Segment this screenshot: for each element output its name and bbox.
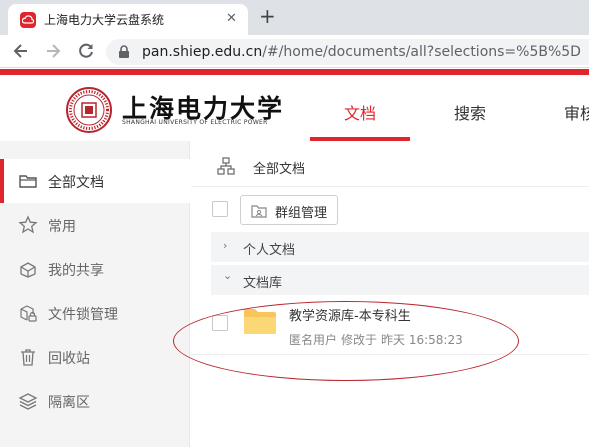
- section-label: 文档库: [243, 276, 283, 291]
- url-text[interactable]: pan.shiep.edu.cn/#/home/documents/all?se…: [142, 44, 581, 60]
- modified-time: 昨天 16:58:23: [381, 333, 463, 347]
- sidebar-item-file-lock-management[interactable]: 文件锁管理: [0, 291, 190, 335]
- group-manage-label: 群组管理: [275, 206, 328, 221]
- trash-icon: [21, 349, 35, 366]
- modified-label: 修改于: [341, 333, 378, 347]
- section-personal-documents[interactable]: › 个人文档: [211, 232, 589, 262]
- sidebar-item-favorites[interactable]: 常用: [0, 203, 190, 247]
- main-content: 全部文档 群组管理 › 个人文档 ⌄ 文档库 教学资源库-本专科生 匿名用户 修改…: [191, 141, 589, 447]
- sidebar-item-label: 回收站: [48, 351, 90, 367]
- sidebar-item-label: 隔离区: [48, 395, 90, 411]
- folder-icon: [244, 309, 276, 334]
- section-label: 个人文档: [243, 243, 296, 258]
- breadcrumb[interactable]: 全部文档: [253, 158, 305, 177]
- lock-cube-icon: [20, 305, 37, 322]
- group-manage-button[interactable]: 群组管理: [240, 195, 338, 225]
- browser-toolbar: pan.shiep.edu.cn/#/home/documents/all?se…: [0, 35, 589, 68]
- close-tab-icon[interactable]: ✕: [226, 11, 237, 27]
- layers-icon: [18, 393, 38, 410]
- lock-icon[interactable]: [118, 45, 130, 59]
- group-folder-icon: [251, 205, 267, 218]
- back-arrow-icon[interactable]: [10, 40, 32, 62]
- address-bar[interactable]: pan.shiep.edu.cn/#/home/documents/all?se…: [106, 39, 589, 65]
- select-all-checkbox[interactable]: [212, 201, 228, 217]
- sidebar-item-label: 文件锁管理: [48, 307, 118, 323]
- folder-icon: [19, 175, 37, 188]
- sidebar-item-all-documents[interactable]: 全部文档: [0, 159, 190, 203]
- chevron-right-icon: ›: [223, 239, 228, 252]
- url-path: /#/home/documents/all?selections=%5B%5D: [262, 44, 581, 60]
- file-owner: 匿名用户: [289, 333, 338, 347]
- row-checkbox[interactable]: [212, 315, 228, 331]
- url-host: pan.shiep.edu.cn: [142, 44, 263, 60]
- star-icon: [18, 215, 38, 234]
- sidebar-item-label: 常用: [48, 219, 76, 235]
- sidebar: 全部文档 常用 我的共享 文件锁管理 回收站 隔离区: [0, 141, 190, 447]
- brand-name-english: SHANGHAI UNIVERSITY OF ELECTRIC POWER: [122, 119, 268, 126]
- sidebar-item-quarantine[interactable]: 隔离区: [0, 379, 190, 423]
- file-meta: 匿名用户 修改于 昨天 16:58:23: [289, 331, 467, 348]
- file-name[interactable]: 教学资源库-本专科生: [289, 305, 411, 324]
- sidebar-item-label: 我的共享: [48, 263, 104, 279]
- tab-title: 上海电力大学云盘系统: [44, 13, 165, 27]
- chevron-down-icon: ⌄: [223, 269, 233, 282]
- share-box-icon: [20, 262, 36, 278]
- nav-tab-search[interactable]: 搜索: [454, 100, 486, 124]
- sidebar-item-recycle-bin[interactable]: 回收站: [0, 335, 190, 379]
- reload-icon[interactable]: [75, 40, 97, 62]
- nav-tab-review[interactable]: 审核: [564, 100, 589, 124]
- list-item[interactable]: 教学资源库-本专科生 匿名用户 修改于 昨天 16:58:23: [191, 291, 589, 355]
- university-seal-logo: [66, 87, 112, 133]
- nav-tab-documents[interactable]: 文档: [344, 100, 376, 124]
- forward-arrow-icon[interactable]: [42, 40, 64, 62]
- browser-tab-strip: 上海电力大学云盘系统 ✕ +: [0, 0, 589, 35]
- toolbar: 群组管理: [191, 186, 589, 230]
- hierarchy-icon[interactable]: [217, 157, 235, 175]
- app-header: 上海电力大学 SHANGHAI UNIVERSITY OF ELECTRIC P…: [0, 75, 589, 141]
- cloud-favicon-icon: [20, 12, 36, 28]
- browser-tab[interactable]: 上海电力大学云盘系统 ✕: [8, 4, 248, 35]
- new-tab-button[interactable]: +: [259, 5, 276, 27]
- sidebar-item-label: 全部文档: [48, 175, 104, 191]
- sidebar-item-my-shares[interactable]: 我的共享: [0, 247, 190, 291]
